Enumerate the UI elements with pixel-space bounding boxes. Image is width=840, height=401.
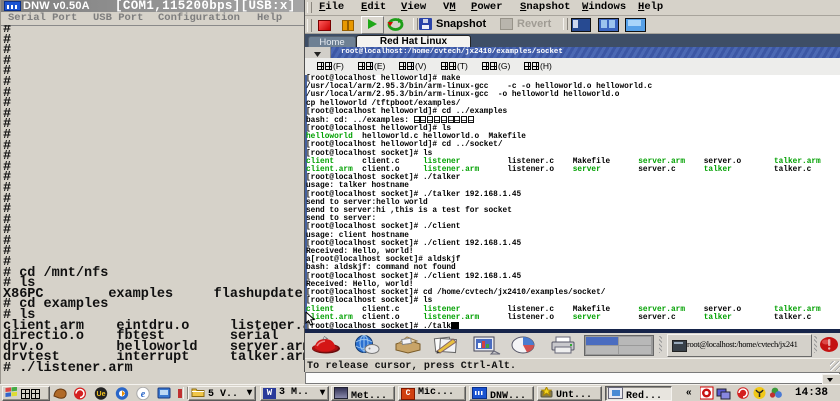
svg-text:e: e (141, 389, 146, 400)
svg-text:Ue: Ue (97, 391, 106, 398)
